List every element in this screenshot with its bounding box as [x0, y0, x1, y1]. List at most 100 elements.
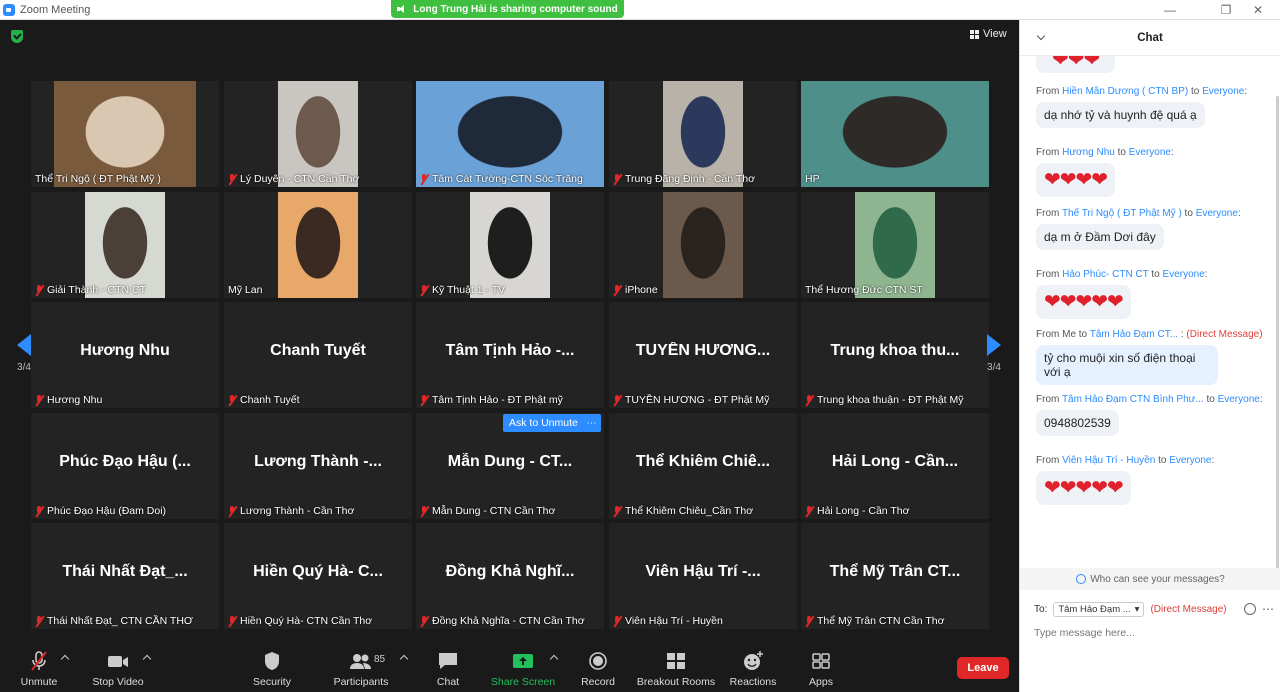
chat-message-partial: ❤❤❤ [1036, 56, 1276, 73]
minimize-icon[interactable]: — [1148, 0, 1192, 20]
apps-icon [812, 653, 830, 669]
participant-name: iPhone [625, 284, 658, 296]
participant-name-tile[interactable]: Viên Hậu Trí -... Viên Hậu Trí - Huyền [609, 523, 797, 629]
participant-video-tile[interactable]: Lý Duyên - CTN Cần Thơ [224, 81, 412, 187]
participant-video-tile[interactable]: Thể Hương Đức CTN ST [801, 192, 989, 298]
sharing-banner[interactable]: Long Trung Hải is sharing computer sound [391, 0, 624, 18]
recipient-select[interactable]: Tâm Hảo Đạm ... ▾ [1053, 601, 1145, 617]
share-screen-button[interactable]: Share Screen [490, 642, 556, 692]
participant-name: Viên Hậu Trí - Huyền [625, 615, 723, 627]
breakout-rooms-button[interactable]: Breakout Rooms [636, 642, 716, 692]
left-arrow-icon [17, 333, 31, 356]
participant-video-tile[interactable]: iPhone [609, 192, 797, 298]
mic-muted-icon [420, 615, 429, 627]
video-camera-icon [108, 656, 128, 667]
previous-page-button[interactable]: 3/4 [4, 318, 44, 388]
participant-name: Hương Nhu [47, 394, 103, 406]
participant-name-tile[interactable]: Hiền Quý Hà- C... Hiền Quý Hà- CTN Cần Th… [224, 523, 412, 629]
participant-video-feed [663, 192, 743, 298]
participant-video-tile[interactable]: Tâm Cát Tường-CTN Sóc Trăng [416, 81, 604, 187]
participant-video-tile[interactable]: Mỹ Lan [224, 192, 412, 298]
recipient-name: Everyone [1217, 394, 1260, 405]
sender-name[interactable]: Thể Tri Ngộ ( ĐT Phật Mỹ ) [1062, 208, 1182, 219]
stop-video-button[interactable]: Stop Video [88, 642, 148, 692]
security-button[interactable]: Security [246, 642, 298, 692]
encryption-shield-icon[interactable] [11, 30, 23, 43]
breakout-rooms-icon [667, 653, 685, 669]
participant-display-name: Thái Nhất Đạt_... [62, 563, 188, 580]
participant-name-label: HP [805, 173, 820, 185]
participant-name: Mẫn Dung - CTN Cần Thơ [432, 505, 556, 517]
view-button[interactable]: View [970, 28, 1007, 40]
more-dots-icon[interactable]: ⋯ [1262, 602, 1274, 616]
message-bubble: ❤❤❤❤ [1036, 163, 1116, 197]
participant-name: Hiền Quý Hà- CTN Cần Thơ [240, 615, 373, 627]
breakout-rooms-label: Breakout Rooms [636, 676, 716, 688]
apps-button[interactable]: Apps [804, 642, 838, 692]
chat-button[interactable]: Chat [430, 642, 466, 692]
participant-name: TUYỀN HƯƠNG - ĐT Phật Mỹ [625, 394, 770, 406]
participant-name-tile[interactable]: Lương Thành -... Lương Thành - Cần Thơ [224, 413, 412, 519]
participant-name-tile[interactable]: Thể Khiêm Chiê... Thể Khiêm Chiêu_Cần Thơ [609, 413, 797, 519]
participant-video-tile[interactable]: Thể Tri Ngộ ( ĐT Phật Mỹ ) [31, 81, 219, 187]
message-bubble: dạ nhớ tỷ và huynh đệ quá ạ [1036, 102, 1205, 128]
participant-name-tile[interactable]: Đồng Khả Nghĩ... Đồng Khả Nghĩa - CTN Cần… [416, 523, 604, 629]
record-button[interactable]: Record [578, 642, 618, 692]
message-text: dạ m ở Đầm Dơi đây [1044, 230, 1156, 244]
chevron-down-icon[interactable] [1036, 31, 1046, 41]
chat-message-input[interactable] [1034, 624, 1269, 642]
close-icon[interactable]: ✕ [1236, 0, 1280, 20]
message-scope: (Direct Message) [1186, 329, 1263, 340]
sender-name[interactable]: Tâm Hảo Đạm CT... [1090, 329, 1178, 340]
participant-name-tile[interactable]: Thái Nhất Đạt_... Thái Nhất Đạt_ CTN CẦN … [31, 523, 219, 629]
who-can-see-link[interactable]: Who can see your messages? [1020, 568, 1280, 590]
page-indicator-left: 3/4 [17, 361, 31, 373]
participant-name-tile[interactable]: Chanh Tuyết Chanh Tuyết [224, 302, 412, 408]
sender-name[interactable]: Viên Hậu Trí - Huyền [1062, 455, 1155, 466]
more-options-button[interactable]: ⋯ [582, 414, 601, 432]
zoom-logo-icon [3, 3, 15, 16]
participant-video-tile[interactable]: Trung Đăng Định - Cần Thơ [609, 81, 797, 187]
participant-video-feed [278, 81, 358, 187]
participant-name-label: Trung khoa thuận - ĐT Phật Mỹ [805, 394, 964, 406]
chat-scrollbar[interactable] [1276, 96, 1279, 568]
participant-name-label: iPhone [613, 284, 658, 296]
participant-video-tile[interactable]: Giải Thành - CTN CT [31, 192, 219, 298]
participants-options-caret-icon[interactable] [399, 654, 409, 664]
stop-video-label: Stop Video [92, 676, 144, 688]
participant-name-label: Lương Thành - Cần Thơ [228, 505, 354, 517]
audio-options-caret-icon[interactable] [60, 654, 70, 664]
participants-button[interactable]: Participants [330, 642, 392, 692]
participant-display-name: Thể Mỹ Trân CT... [829, 563, 961, 580]
participant-display-name: Chanh Tuyết [270, 342, 366, 359]
ask-to-unmute-button[interactable]: Ask to Unmute [503, 414, 584, 432]
participant-name-tile[interactable]: Hương Nhu Hương Nhu [31, 302, 219, 408]
participant-video-tile[interactable]: Kỹ Thuật 1 - TV [416, 192, 604, 298]
message-scope: : [1204, 269, 1208, 280]
unmute-button[interactable]: Unmute [16, 642, 62, 692]
participant-name-tile[interactable]: Hải Long - Cần... Hải Long - Cần Thơ [801, 413, 989, 519]
leave-button[interactable]: Leave [957, 657, 1009, 679]
chat-message-list[interactable]: ❤❤❤ From Hiền Mẫn Dương ( CTN BP) to Eve… [1020, 56, 1280, 568]
next-page-button[interactable]: 3/4 [974, 318, 1014, 388]
sender-name[interactable]: Tâm Hảo Đạm CTN Bình Phư... [1062, 394, 1204, 405]
sender-name[interactable]: Hảo Phúc- CTN CT [1062, 269, 1149, 280]
mic-muted-icon [420, 173, 429, 185]
message-bubble: dạ m ở Đầm Dơi đây [1036, 224, 1164, 250]
emoji-icon[interactable] [1244, 603, 1256, 615]
reactions-smiley-icon [744, 651, 763, 670]
unmute-label: Unmute [20, 676, 58, 688]
participant-name-tile[interactable]: Tâm Tịnh Hảo -... Tâm Tịnh Hảo - ĐT Phật … [416, 302, 604, 408]
participant-name-tile[interactable]: Phúc Đạo Hậu (... Phúc Đạo Hậu (Đam Doi) [31, 413, 219, 519]
sender-name[interactable]: Hương Nhu [1062, 147, 1115, 158]
grid-view-icon [970, 29, 979, 39]
participant-name: Kỹ Thuật 1 - TV [432, 284, 506, 296]
participant-video-tile[interactable]: HP [801, 81, 989, 187]
participant-name-tile[interactable]: Thể Mỹ Trân CT... Thể Mỹ Trân CTN Cần Thơ [801, 523, 989, 629]
participant-name-tile[interactable]: Trung khoa thu... Trung khoa thuận - ĐT P… [801, 302, 989, 408]
sender-name[interactable]: Hiền Mẫn Dương ( CTN BP) [1062, 86, 1188, 97]
participant-name-tile[interactable]: TUYỀN HƯƠNG... TUYỀN HƯƠNG - ĐT Phật Mỹ [609, 302, 797, 408]
participant-name-label: Thái Nhất Đạt_ CTN CẦN THƠ [35, 615, 193, 627]
participant-name-label: Thể Mỹ Trân CTN Cần Thơ [805, 615, 944, 627]
reactions-button[interactable]: Reactions [728, 642, 778, 692]
